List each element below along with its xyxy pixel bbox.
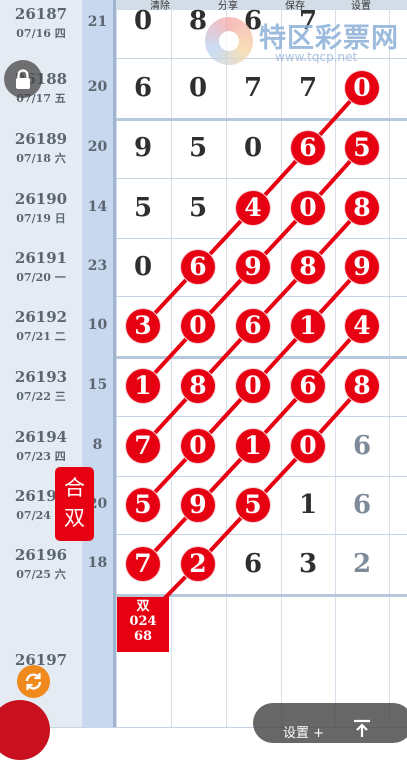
trend-lines <box>141 86 364 605</box>
digit[interactable]: 0 <box>180 70 216 106</box>
highlighted-digit-ball[interactable]: 5 <box>345 131 379 165</box>
badge-line-1: 合 <box>64 476 85 500</box>
highlighted-digit-ball[interactable]: 8 <box>291 250 325 284</box>
highlighted-digit-ball[interactable]: 8 <box>181 369 215 403</box>
digit[interactable]: 3 <box>290 546 326 582</box>
highlighted-digit-ball[interactable]: 5 <box>126 488 160 522</box>
digit[interactable]: 6 <box>125 70 161 106</box>
chart-grid: 撤销 清除 分享 保存 设置 2618707/16 四212618807/17 … <box>0 0 407 728</box>
badge-line-2: 双 <box>64 506 85 530</box>
highlighted-digit-ball[interactable]: 9 <box>345 250 379 284</box>
arrow-up-icon <box>354 719 370 737</box>
prediction-line-1: 双 <box>136 599 150 614</box>
highlighted-digit-ball[interactable]: 4 <box>236 191 270 225</box>
highlighted-digit-ball[interactable]: 0 <box>291 191 325 225</box>
digit[interactable]: 5 <box>180 190 216 226</box>
prediction-cell[interactable]: 双 024 68 <box>117 597 169 652</box>
highlighted-digit-ball[interactable]: 0 <box>181 309 215 343</box>
digit[interactable]: 5 <box>125 190 161 226</box>
highlighted-digit-ball[interactable]: 1 <box>236 429 270 463</box>
digit[interactable]: 0 <box>235 130 271 166</box>
digit[interactable]: 7 <box>235 70 271 106</box>
bottom-pill-label: 设置 + <box>283 726 325 741</box>
highlighted-digit-ball[interactable]: 9 <box>181 488 215 522</box>
digit[interactable]: 5 <box>180 130 216 166</box>
highlighted-digit-ball[interactable]: 4 <box>345 309 379 343</box>
highlighted-digit-ball[interactable]: 0 <box>236 369 270 403</box>
highlighted-digit-ball[interactable]: 2 <box>181 547 215 581</box>
trend-line <box>196 384 364 566</box>
digit[interactable]: 1 <box>290 487 326 523</box>
bottom-settings-pill[interactable]: 设置 + <box>253 703 407 743</box>
watermark: 特区彩票网 www.tqcp.net <box>205 13 405 73</box>
lock-icon <box>16 69 30 89</box>
highlighted-digit-ball[interactable]: 8 <box>345 369 379 403</box>
watermark-logo-icon <box>205 17 253 65</box>
highlighted-digit-ball[interactable]: 1 <box>126 369 160 403</box>
digit[interactable]: 0 <box>125 249 161 285</box>
prediction-line-3: 68 <box>133 629 153 644</box>
highlighted-digit-ball[interactable]: 7 <box>126 547 160 581</box>
highlighted-digit-ball[interactable]: 0 <box>181 429 215 463</box>
digit[interactable]: 7 <box>290 70 326 106</box>
highlighted-digit-ball[interactable]: 1 <box>291 309 325 343</box>
prediction-line-2: 024 <box>129 614 157 629</box>
muted-digit[interactable]: 6 <box>344 428 380 464</box>
refresh-button[interactable] <box>17 665 50 698</box>
highlighted-digit-ball[interactable]: 0 <box>345 71 379 105</box>
sum-parity-badge[interactable]: 合 双 <box>55 467 94 541</box>
digit[interactable]: 9 <box>125 130 161 166</box>
highlighted-digit-ball[interactable]: 7 <box>126 429 160 463</box>
highlighted-digit-ball[interactable]: 6 <box>291 131 325 165</box>
highlighted-digit-ball[interactable]: 9 <box>236 250 270 284</box>
digit[interactable]: 0 <box>125 3 161 39</box>
highlighted-digit-ball[interactable]: 8 <box>345 191 379 225</box>
watermark-url: www.tqcp.net <box>275 50 358 64</box>
highlighted-digit-ball[interactable]: 0 <box>291 429 325 463</box>
highlighted-digit-ball[interactable]: 6 <box>291 369 325 403</box>
highlighted-digit-ball[interactable]: 5 <box>236 488 270 522</box>
digit[interactable]: 6 <box>235 546 271 582</box>
refresh-icon <box>25 673 42 690</box>
muted-digit[interactable]: 6 <box>344 487 380 523</box>
lock-button[interactable] <box>4 60 42 98</box>
highlighted-digit-ball[interactable]: 6 <box>236 309 270 343</box>
highlighted-digit-ball[interactable]: 3 <box>126 309 160 343</box>
highlighted-digit-ball[interactable]: 6 <box>181 250 215 284</box>
muted-digit[interactable]: 2 <box>344 546 380 582</box>
